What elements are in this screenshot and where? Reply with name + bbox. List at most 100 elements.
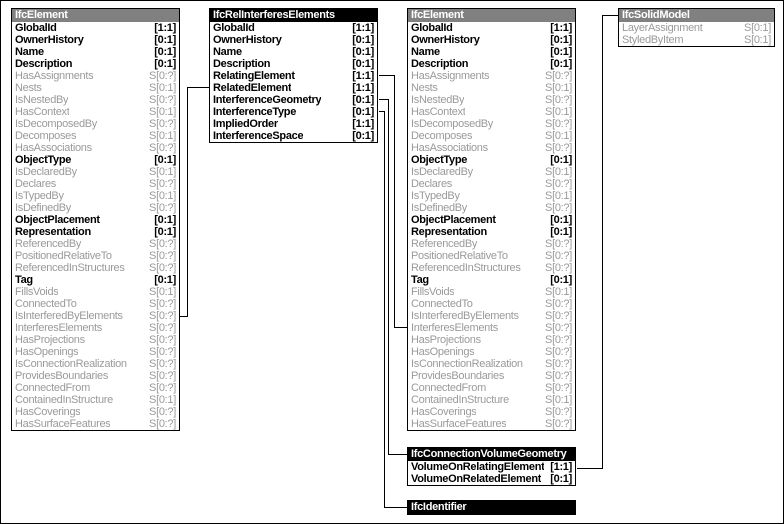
attribute-row[interactable]: HasAssignments S[0:?]	[408, 70, 575, 82]
attribute-row[interactable]: PositionedRelativeTo S[0:?]	[408, 250, 575, 262]
entity-box-ifc-element-left[interactable]: IfcElement GlobalId [1:1] OwnerHistory [0:1…	[11, 8, 180, 431]
attribute-row[interactable]: Name [0:1]	[408, 46, 575, 58]
attribute-list-ifc-rel-interferes-elements: GlobalId [1:1] OwnerHistory [0:1] Name [0:1] D…	[210, 22, 377, 142]
attribute-row[interactable]: InterferenceGeometry [0:1]	[210, 94, 377, 106]
attribute-row[interactable]: ConnectedTo S[0:?]	[408, 298, 575, 310]
attribute-row[interactable]: IsDefinedBy S[0:?]	[12, 202, 179, 214]
attribute-row[interactable]: HasCoverings S[0:?]	[408, 406, 575, 418]
attribute-row[interactable]: Decomposes S[0:1]	[408, 130, 575, 142]
attribute-row[interactable]: HasSurfaceFeatures S[0:?]	[408, 418, 575, 430]
attribute-row[interactable]: ReferencedBy S[0:?]	[12, 238, 179, 250]
attribute-row[interactable]: ConnectedFrom S[0:?]	[12, 382, 179, 394]
attribute-row[interactable]: HasProjections S[0:?]	[12, 334, 179, 346]
attribute-row[interactable]: IsDecomposedBy S[0:?]	[408, 118, 575, 130]
attribute-cardinality: [0:1]	[352, 58, 374, 70]
attribute-row[interactable]: HasAssignments S[0:?]	[12, 70, 179, 82]
attribute-row[interactable]: HasContext S[0:1]	[408, 106, 575, 118]
attribute-row[interactable]: HasAssociations S[0:?]	[12, 142, 179, 154]
attribute-row[interactable]: IsDefinedBy S[0:?]	[408, 202, 575, 214]
attribute-row[interactable]: IsNestedBy S[0:?]	[408, 94, 575, 106]
attribute-row[interactable]: Representation [0:1]	[408, 226, 575, 238]
attribute-row[interactable]: GlobalId [1:1]	[210, 22, 377, 34]
attribute-row[interactable]: OwnerHistory [0:1]	[408, 34, 575, 46]
attribute-name: IsInterferedByElements	[411, 310, 519, 322]
attribute-name: OwnerHistory	[411, 34, 480, 46]
attribute-row[interactable]: Name [0:1]	[12, 46, 179, 58]
attribute-row[interactable]: ContainedInStructure S[0:1]	[408, 394, 575, 406]
attribute-row[interactable]: ProvidesBoundaries S[0:?]	[408, 370, 575, 382]
attribute-row[interactable]: Description [0:1]	[210, 58, 377, 70]
attribute-row[interactable]: Description [0:1]	[408, 58, 575, 70]
attribute-row[interactable]: ConnectedFrom S[0:?]	[408, 382, 575, 394]
attribute-row[interactable]: PositionedRelativeTo S[0:?]	[12, 250, 179, 262]
attribute-name: Description	[15, 58, 73, 70]
attribute-row[interactable]: GlobalId [1:1]	[408, 22, 575, 34]
entity-box-ifc-connection-volume-geometry[interactable]: IfcConnectionVolumeGeometry VolumeOnRela…	[407, 447, 576, 486]
attribute-row[interactable]: Name [0:1]	[210, 46, 377, 58]
attribute-row[interactable]: IsTypedBy S[0:1]	[12, 190, 179, 202]
attribute-row[interactable]: Declares S[0:?]	[12, 178, 179, 190]
attribute-name: HasContext	[411, 106, 466, 118]
attribute-row[interactable]: HasOpenings S[0:?]	[12, 346, 179, 358]
attribute-row[interactable]: IsInterferedByElements S[0:?]	[12, 310, 179, 322]
attribute-row[interactable]: ObjectType [0:1]	[408, 154, 575, 166]
attribute-row[interactable]: ReferencedBy S[0:?]	[408, 238, 575, 250]
attribute-row[interactable]: Tag [0:1]	[408, 274, 575, 286]
attribute-name: InterferenceSpace	[213, 130, 304, 142]
attribute-row[interactable]: Nests S[0:1]	[408, 82, 575, 94]
attribute-row[interactable]: InterferesElements S[0:?]	[408, 322, 575, 334]
attribute-row[interactable]: InterferenceType [0:1]	[210, 106, 377, 118]
attribute-row[interactable]: ObjectType [0:1]	[12, 154, 179, 166]
attribute-row[interactable]: ReferencedInStructures S[0:?]	[408, 262, 575, 274]
attribute-row[interactable]: HasProjections S[0:?]	[408, 334, 575, 346]
attribute-row[interactable]: Description [0:1]	[12, 58, 179, 70]
attribute-row[interactable]: IsInterferedByElements S[0:?]	[408, 310, 575, 322]
entity-box-ifc-element-right[interactable]: IfcElement GlobalId [1:1] OwnerHistory [0:1…	[407, 8, 576, 431]
attribute-row[interactable]: FillsVoids S[0:1]	[12, 286, 179, 298]
attribute-name: IsNestedBy	[15, 94, 69, 106]
attribute-row[interactable]: GlobalId [1:1]	[12, 22, 179, 34]
attribute-row[interactable]: LayerAssignment S[0:1]	[619, 22, 774, 34]
attribute-row[interactable]: InterferesElements S[0:?]	[12, 322, 179, 334]
attribute-row[interactable]: RelatedElement [1:1]	[210, 82, 377, 94]
attribute-row[interactable]: ContainedInStructure S[0:1]	[12, 394, 179, 406]
attribute-cardinality: S[0:?]	[545, 238, 572, 250]
attribute-row[interactable]: ConnectedTo S[0:?]	[12, 298, 179, 310]
attribute-row[interactable]: Declares S[0:?]	[408, 178, 575, 190]
entity-box-ifc-rel-interferes-elements[interactable]: IfcRelInterferesElements GlobalId [1:1] Ow…	[209, 8, 378, 143]
attribute-row[interactable]: OwnerHistory [0:1]	[210, 34, 377, 46]
attribute-row[interactable]: HasSurfaceFeatures S[0:?]	[12, 418, 179, 430]
attribute-row[interactable]: InterferenceSpace [0:1]	[210, 130, 377, 142]
attribute-row[interactable]: OwnerHistory [0:1]	[12, 34, 179, 46]
attribute-row[interactable]: HasCoverings S[0:?]	[12, 406, 179, 418]
attribute-row[interactable]: Tag [0:1]	[12, 274, 179, 286]
attribute-row[interactable]: StyledByItem S[0:1]	[619, 34, 774, 46]
attribute-row[interactable]: VolumeOnRelatedElement [0:1]	[408, 473, 575, 485]
attribute-row[interactable]: HasContext S[0:1]	[12, 106, 179, 118]
attribute-name: IsNestedBy	[411, 94, 465, 106]
attribute-row[interactable]: HasAssociations S[0:?]	[408, 142, 575, 154]
attribute-row[interactable]: ProvidesBoundaries S[0:?]	[12, 370, 179, 382]
attribute-row[interactable]: RelatingElement [1:1]	[210, 70, 377, 82]
attribute-name: Nests	[15, 82, 42, 94]
attribute-row[interactable]: IsTypedBy S[0:1]	[408, 190, 575, 202]
entity-box-ifc-identifier[interactable]: IfcIdentifier	[407, 500, 576, 515]
entity-box-ifc-solid-model[interactable]: IfcSolidModel LayerAssignment S[0:1] Style…	[618, 8, 775, 47]
attribute-row[interactable]: ReferencedInStructures S[0:?]	[12, 262, 179, 274]
attribute-row[interactable]: IsDecomposedBy S[0:?]	[12, 118, 179, 130]
attribute-row[interactable]: Representation [0:1]	[12, 226, 179, 238]
attribute-row[interactable]: FillsVoids S[0:1]	[408, 286, 575, 298]
attribute-row[interactable]: ImpliedOrder [1:1]	[210, 118, 377, 130]
attribute-row[interactable]: ObjectPlacement [0:1]	[12, 214, 179, 226]
attribute-row[interactable]: VolumeOnRelatingElement [1:1]	[408, 461, 575, 473]
attribute-row[interactable]: Nests S[0:1]	[12, 82, 179, 94]
attribute-row[interactable]: HasOpenings S[0:?]	[408, 346, 575, 358]
attribute-row[interactable]: IsConnectionRealization S[0:?]	[408, 358, 575, 370]
attribute-row[interactable]: IsDeclaredBy S[0:1]	[408, 166, 575, 178]
attribute-row[interactable]: IsDeclaredBy S[0:1]	[12, 166, 179, 178]
attribute-row[interactable]: Decomposes S[0:1]	[12, 130, 179, 142]
attribute-cardinality: [0:1]	[550, 473, 572, 485]
attribute-row[interactable]: ObjectPlacement [0:1]	[408, 214, 575, 226]
attribute-row[interactable]: IsConnectionRealization S[0:?]	[12, 358, 179, 370]
attribute-row[interactable]: IsNestedBy S[0:?]	[12, 94, 179, 106]
